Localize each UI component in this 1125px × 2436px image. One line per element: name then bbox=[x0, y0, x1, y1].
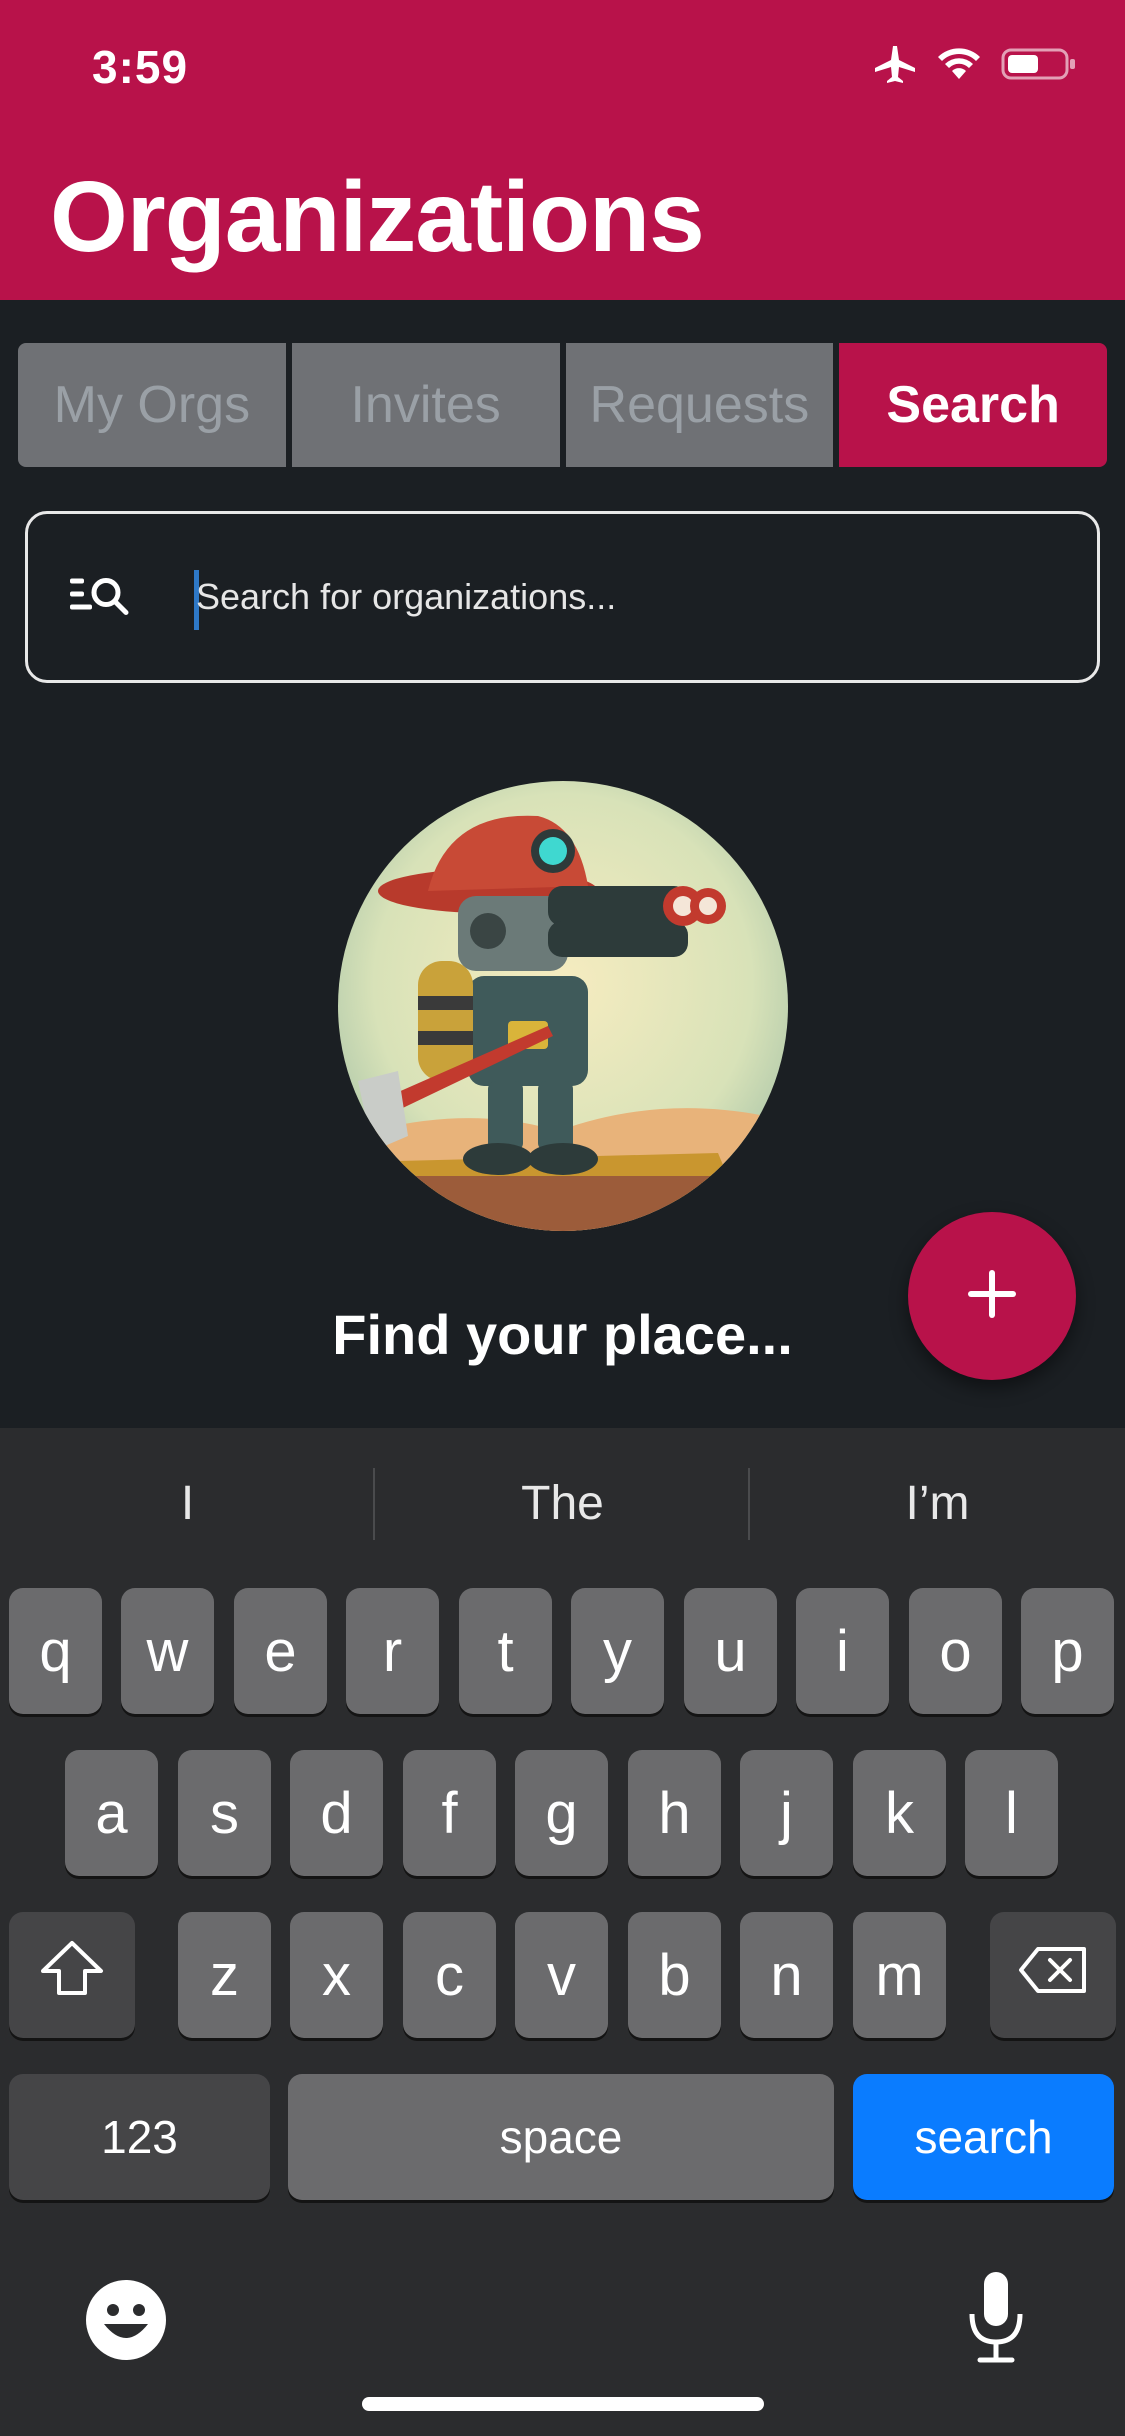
key-y[interactable]: y bbox=[571, 1588, 664, 1714]
key-z[interactable]: z bbox=[178, 1912, 271, 2038]
delete-key[interactable] bbox=[990, 1912, 1116, 2038]
emoji-button[interactable] bbox=[84, 2278, 168, 2362]
key-e[interactable]: e bbox=[234, 1588, 327, 1714]
header: 3:59 Organizations bbox=[0, 0, 1125, 300]
dictation-button[interactable] bbox=[966, 2270, 1026, 2366]
key-u[interactable]: u bbox=[684, 1588, 777, 1714]
key-o[interactable]: o bbox=[909, 1588, 1002, 1714]
key-j[interactable]: j bbox=[740, 1750, 833, 1876]
backspace-icon bbox=[1018, 1942, 1088, 2009]
key-h[interactable]: h bbox=[628, 1750, 721, 1876]
search-field[interactable]: Search for organizations... bbox=[25, 511, 1100, 683]
wifi-icon bbox=[937, 47, 981, 86]
key-b[interactable]: b bbox=[628, 1912, 721, 2038]
key-d[interactable]: d bbox=[290, 1750, 383, 1876]
tab-bar: My Orgs Invites Requests Search bbox=[18, 343, 1107, 467]
robot-binoculars-illustration bbox=[338, 781, 788, 1231]
add-organization-button[interactable] bbox=[908, 1212, 1076, 1380]
key-w[interactable]: w bbox=[121, 1588, 214, 1714]
status-icons bbox=[873, 44, 1077, 89]
key-g[interactable]: g bbox=[515, 1750, 608, 1876]
tab-invites[interactable]: Invites bbox=[291, 343, 560, 467]
key-t[interactable]: t bbox=[459, 1588, 552, 1714]
key-l[interactable]: l bbox=[965, 1750, 1058, 1876]
key-i[interactable]: i bbox=[796, 1588, 889, 1714]
shift-key[interactable] bbox=[9, 1912, 135, 2038]
suggestion-divider bbox=[748, 1468, 750, 1540]
suggestion-divider bbox=[373, 1468, 375, 1540]
suggestion-bar: I The I’m bbox=[0, 1428, 1125, 1578]
key-n[interactable]: n bbox=[740, 1912, 833, 2038]
status-bar: 3:59 bbox=[0, 0, 1125, 140]
key-x[interactable]: x bbox=[290, 1912, 383, 2038]
numbers-key[interactable]: 123 bbox=[9, 2074, 270, 2200]
key-q[interactable]: q bbox=[9, 1588, 102, 1714]
page-title: Organizations bbox=[50, 161, 705, 273]
space-key[interactable]: space bbox=[288, 2074, 834, 2200]
airplane-icon bbox=[873, 44, 917, 89]
key-r[interactable]: r bbox=[346, 1588, 439, 1714]
shift-icon bbox=[39, 1939, 105, 2011]
status-time: 3:59 bbox=[92, 41, 189, 93]
keyboard: I The I’m q w e r t y u i o p a s d f g … bbox=[0, 1428, 1125, 2436]
tab-search[interactable]: Search bbox=[839, 343, 1107, 467]
search-input[interactable]: Search for organizations... bbox=[196, 514, 616, 680]
home-indicator bbox=[362, 2397, 764, 2411]
key-a[interactable]: a bbox=[65, 1750, 158, 1876]
search-key[interactable]: search bbox=[853, 2074, 1114, 2200]
key-v[interactable]: v bbox=[515, 1912, 608, 2038]
suggestion-item[interactable]: The bbox=[375, 1428, 750, 1578]
key-f[interactable]: f bbox=[403, 1750, 496, 1876]
search-list-icon bbox=[68, 573, 132, 622]
key-m[interactable]: m bbox=[853, 1912, 946, 2038]
key-s[interactable]: s bbox=[178, 1750, 271, 1876]
tab-my-orgs[interactable]: My Orgs bbox=[18, 343, 286, 467]
suggestion-item[interactable]: I bbox=[0, 1428, 375, 1578]
plus-icon bbox=[964, 1266, 1020, 1327]
suggestion-item[interactable]: I’m bbox=[750, 1428, 1125, 1578]
key-p[interactable]: p bbox=[1021, 1588, 1114, 1714]
emoji-icon bbox=[84, 2280, 168, 2366]
key-c[interactable]: c bbox=[403, 1912, 496, 2038]
tab-requests[interactable]: Requests bbox=[565, 343, 834, 467]
microphone-icon bbox=[966, 2272, 1026, 2370]
key-k[interactable]: k bbox=[853, 1750, 946, 1876]
battery-icon bbox=[1001, 46, 1077, 87]
